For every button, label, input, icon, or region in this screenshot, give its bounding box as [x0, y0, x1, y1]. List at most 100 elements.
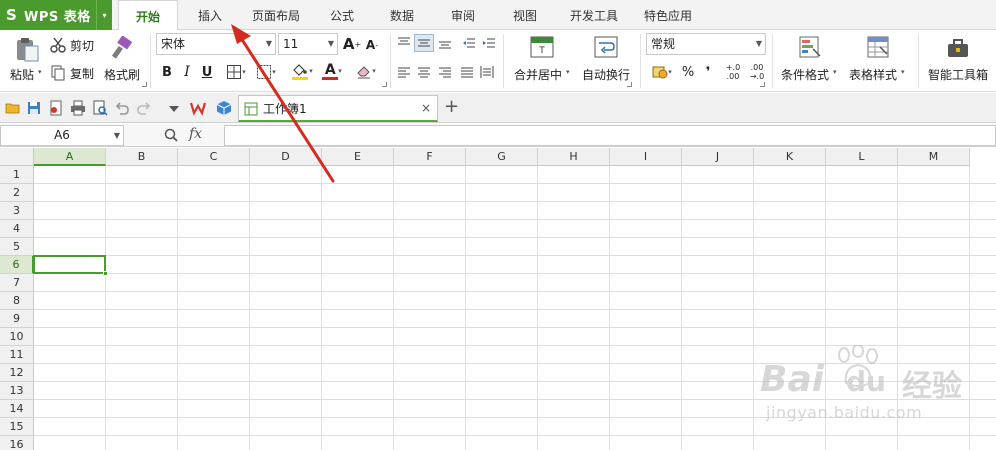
increase-decimal-button[interactable]: +.0 .00: [722, 60, 744, 84]
table-style-dropdown-icon[interactable]: ▾: [901, 68, 905, 76]
number-format-select[interactable]: 常规 ▼: [646, 33, 766, 55]
row-header-3[interactable]: 3: [0, 202, 34, 220]
menu-tab-5[interactable]: 审阅: [432, 0, 494, 30]
column-header-f[interactable]: F: [394, 148, 466, 166]
menu-tab-7[interactable]: 开发工具: [556, 0, 632, 30]
font-name-select[interactable]: 宋体 ▼: [156, 33, 276, 55]
wps-cloud-icon[interactable]: [190, 100, 206, 116]
merge-center-dropdown-icon[interactable]: ▾: [566, 68, 570, 76]
menu-tab-3[interactable]: 公式: [312, 0, 372, 30]
row-header-5[interactable]: 5: [0, 238, 34, 256]
font-name-dropdown-icon: ▼: [265, 39, 272, 48]
distributed-align-button[interactable]: [478, 63, 496, 81]
comma-style-button[interactable]: ❜: [700, 62, 716, 82]
column-header-c[interactable]: C: [178, 148, 250, 166]
shrink-font-button[interactable]: A-: [363, 36, 381, 54]
cut-button[interactable]: 剪切: [50, 35, 100, 55]
undo-icon[interactable]: [114, 100, 130, 116]
column-header-k[interactable]: K: [754, 148, 826, 166]
selected-cell[interactable]: [33, 255, 108, 276]
column-header-b[interactable]: B: [106, 148, 178, 166]
insert-function-fx-icon[interactable]: fx: [189, 126, 202, 142]
row-header-11[interactable]: 11: [0, 346, 34, 364]
document-tab[interactable]: 工作簿1 ×: [238, 95, 438, 122]
justify-button[interactable]: [458, 63, 476, 81]
alignment-group-launcher-icon[interactable]: [627, 82, 632, 87]
decrease-indent-button[interactable]: [460, 34, 478, 52]
underline-button[interactable]: U: [198, 62, 216, 82]
align-left-button[interactable]: [395, 63, 413, 81]
print-preview-icon[interactable]: [92, 100, 108, 116]
borders-button[interactable]: ▾: [222, 62, 250, 82]
app-center-cube-icon[interactable]: [216, 100, 232, 116]
column-header-e[interactable]: E: [322, 148, 394, 166]
row-header-2[interactable]: 2: [0, 184, 34, 202]
decrease-decimal-button[interactable]: .00 →.0: [746, 60, 768, 84]
open-folder-icon[interactable]: [5, 100, 21, 116]
column-header-m[interactable]: M: [898, 148, 970, 166]
row-header-15[interactable]: 15: [0, 418, 34, 436]
bold-button[interactable]: B: [158, 62, 176, 82]
row-header-4[interactable]: 4: [0, 220, 34, 238]
clipboard-group-launcher-icon[interactable]: [142, 82, 147, 87]
row-header-16[interactable]: 16: [0, 436, 34, 450]
menu-tab-4[interactable]: 数据: [372, 0, 432, 30]
row-header-1[interactable]: 1: [0, 166, 34, 184]
align-bottom-button[interactable]: [436, 34, 454, 52]
row-header-9[interactable]: 9: [0, 310, 34, 328]
redo-icon[interactable]: [136, 100, 152, 116]
menu-tab-8[interactable]: 特色应用: [632, 0, 704, 30]
row-header-14[interactable]: 14: [0, 400, 34, 418]
align-right-icon: [439, 67, 451, 78]
export-pdf-icon[interactable]: [48, 100, 64, 116]
font-size-select[interactable]: 11 ▼: [278, 33, 338, 55]
align-center-button[interactable]: [415, 63, 433, 81]
zoom-magnifier-icon[interactable]: [163, 127, 179, 143]
formula-input[interactable]: [224, 125, 996, 146]
row-header-8[interactable]: 8: [0, 292, 34, 310]
italic-button[interactable]: I: [178, 62, 196, 82]
row-header-10[interactable]: 10: [0, 328, 34, 346]
fill-handle[interactable]: [103, 271, 108, 276]
cell-borders-style-button[interactable]: ▾: [252, 62, 280, 82]
column-header-a[interactable]: A: [34, 148, 106, 166]
increase-indent-button[interactable]: [480, 34, 498, 52]
column-header-g[interactable]: G: [466, 148, 538, 166]
conditional-format-dropdown-icon[interactable]: ▾: [833, 68, 837, 76]
name-box[interactable]: A6 ▼: [0, 125, 124, 146]
menu-tab-1[interactable]: 插入: [180, 0, 240, 30]
row-header-6[interactable]: 6: [0, 256, 34, 274]
percent-button[interactable]: %: [680, 62, 696, 82]
close-tab-icon[interactable]: ×: [421, 101, 431, 115]
column-header-j[interactable]: J: [682, 148, 754, 166]
column-header-d[interactable]: D: [250, 148, 322, 166]
row-header-7[interactable]: 7: [0, 274, 34, 292]
grow-font-button[interactable]: A +: [342, 34, 362, 54]
align-top-button[interactable]: [395, 34, 413, 52]
save-icon[interactable]: [26, 100, 42, 116]
column-header-l[interactable]: L: [826, 148, 898, 166]
clear-format-button[interactable]: ▾: [352, 60, 380, 82]
column-header-i[interactable]: I: [610, 148, 682, 166]
new-tab-plus-icon[interactable]: +: [444, 98, 459, 116]
align-middle-button[interactable]: [414, 34, 434, 52]
font-color-button[interactable]: A ▾: [318, 60, 346, 82]
fill-color-button[interactable]: ▾: [288, 60, 316, 82]
menu-tab-2[interactable]: 页面布局: [240, 0, 312, 30]
copy-button[interactable]: 复制: [50, 63, 100, 83]
app-menu-dropdown-icon[interactable]: ▾: [96, 0, 112, 30]
number-group-launcher-icon[interactable]: [760, 82, 765, 87]
wps-app-menu-button[interactable]: S WPS 表格 ▾: [0, 0, 112, 30]
row-header-13[interactable]: 13: [0, 382, 34, 400]
menu-tab-6[interactable]: 视图: [494, 0, 556, 30]
align-right-button[interactable]: [436, 63, 454, 81]
column-header-h[interactable]: H: [538, 148, 610, 166]
currency-format-button[interactable]: ▾: [648, 62, 676, 82]
menu-tab-0[interactable]: 开始: [118, 0, 178, 31]
font-group-launcher-icon[interactable]: [382, 82, 387, 87]
print-icon[interactable]: [70, 100, 86, 116]
row-header-12[interactable]: 12: [0, 364, 34, 382]
paste-dropdown-icon[interactable]: ▾: [38, 68, 42, 76]
customize-toolbar-dropdown-icon[interactable]: [166, 100, 182, 116]
select-all-corner[interactable]: [0, 148, 34, 166]
